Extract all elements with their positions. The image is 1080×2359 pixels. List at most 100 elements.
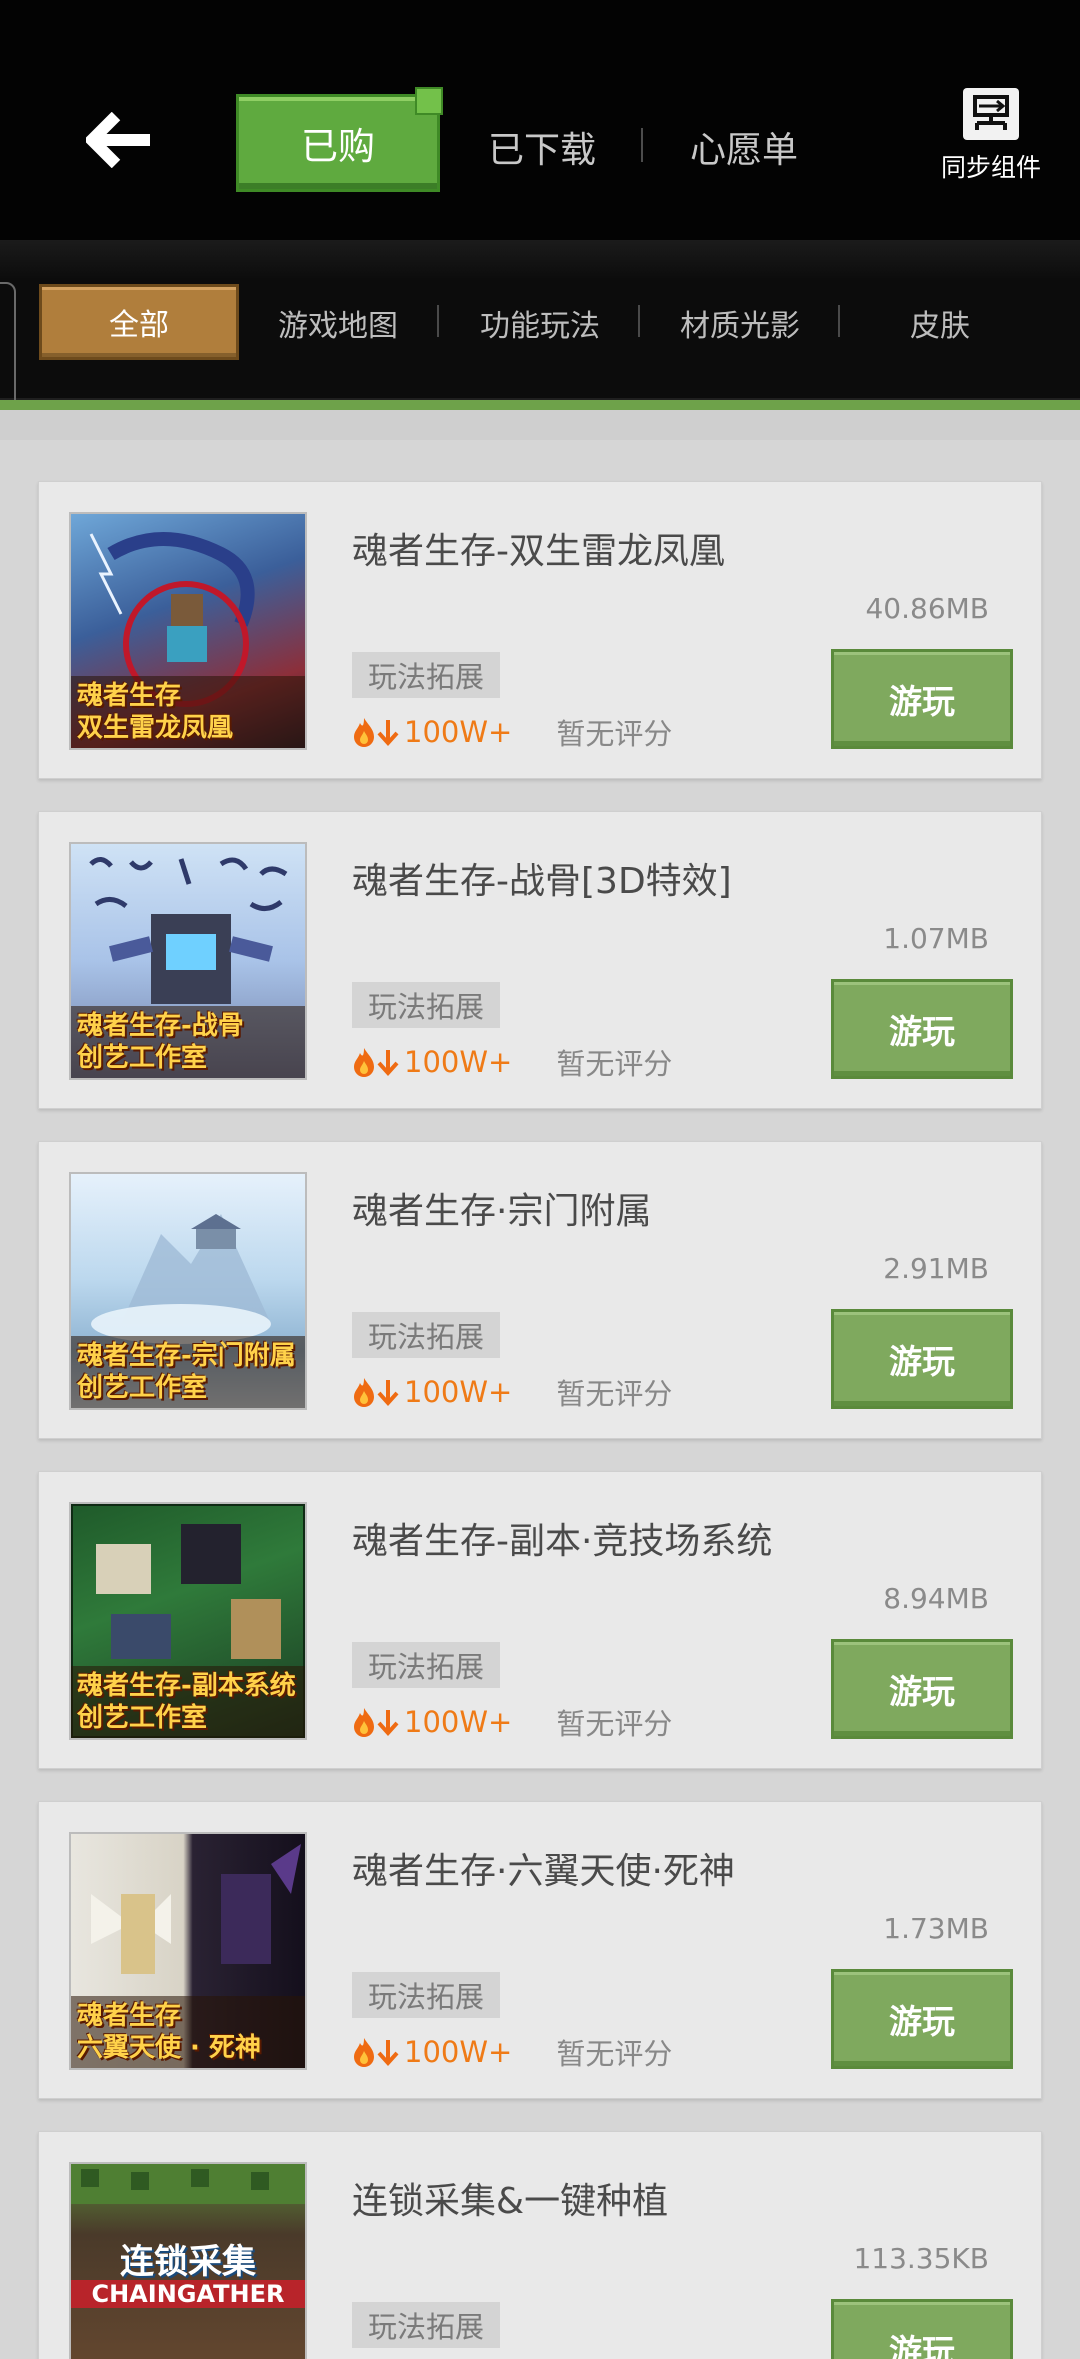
play-button[interactable]: 游玩	[831, 1969, 1013, 2069]
thumbnail-title-art: 连锁采集	[120, 2242, 256, 2282]
category-underline	[0, 400, 1080, 410]
item-title: 魂者生存·六翼天使·死神	[352, 1851, 735, 1892]
play-button[interactable]: 游玩	[831, 2299, 1013, 2359]
item-title: 魂者生存-双生雷龙凤凰	[352, 531, 725, 572]
item-stats: 100W+ 暂无评分	[352, 2032, 672, 2072]
item-rating: 暂无评分	[556, 1047, 673, 1081]
item-tag: 玩法拓展	[352, 1972, 501, 2018]
item-tag: 玩法拓展	[352, 2302, 501, 2348]
caption-line: 魂者生存-副本系统	[77, 1671, 296, 1701]
item-thumbnail: 魂者生存-副本系统 创艺工作室	[69, 1502, 307, 1740]
category-skins[interactable]: 皮肤	[910, 290, 970, 356]
item-rating: 暂无评分	[556, 717, 673, 751]
top-header: 已购 已下载 心愿单 同步组件	[0, 0, 1080, 240]
caption-line: 魂者生存	[77, 681, 182, 711]
item-tag: 玩法拓展	[352, 982, 501, 1028]
list-item[interactable]: 魂者生存-宗门附属 创艺工作室 魂者生存·宗门附属 2.91MB 玩法拓展 10…	[38, 1141, 1042, 1439]
category-textures[interactable]: 材质光影	[680, 290, 800, 356]
play-button[interactable]: 游玩	[831, 979, 1013, 1079]
caption-line: 魂者生存-战骨	[77, 1011, 244, 1041]
download-count: 100W+	[404, 1375, 513, 1409]
download-arrow-icon	[377, 1050, 399, 1076]
category-game-map[interactable]: 游戏地图	[278, 290, 398, 356]
fire-icon	[354, 2038, 374, 2067]
item-size: 113.35KB	[853, 2242, 989, 2275]
tab-downloaded[interactable]: 已下载	[488, 112, 596, 182]
category-divider	[638, 305, 640, 337]
list-item[interactable]: 魂者生存-战骨 创艺工作室 魂者生存-战骨[3D特效] 1.07MB 玩法拓展 …	[38, 811, 1042, 1109]
thumbnail-caption: 魂者生存-副本系统 创艺工作室	[71, 1666, 305, 1738]
download-arrow-icon	[377, 1380, 399, 1406]
caption-line: 魂者生存-宗门附属	[77, 1341, 296, 1371]
fire-icon	[354, 1378, 374, 1407]
fire-icon	[354, 1048, 374, 1077]
category-all-label: 全部	[109, 308, 169, 343]
item-stats: 100W+ 暂无评分	[352, 1702, 672, 1742]
thumbnail-caption: 魂者生存 双生雷龙凤凰	[71, 676, 305, 748]
item-tag: 玩法拓展	[352, 1642, 501, 1688]
item-tag: 玩法拓展	[352, 1312, 501, 1358]
sync-label: 同步组件	[940, 153, 1041, 182]
thumbnail-caption: 魂者生存-宗门附属 创艺工作室	[71, 1336, 305, 1408]
item-thumbnail: 魂者生存-战骨 创艺工作室	[69, 842, 307, 1080]
category-all[interactable]: 全部	[39, 284, 239, 360]
item-rating: 暂无评分	[556, 2037, 673, 2071]
download-arrow-icon	[377, 720, 399, 746]
thumbnail-caption: 魂者生存 六翼天使 · 死神	[71, 1996, 305, 2068]
category-divider	[437, 305, 439, 337]
caption-line: 六翼天使 · 死神	[77, 2033, 261, 2063]
play-button[interactable]: 游玩	[831, 1309, 1013, 1409]
list-item[interactable]: 魂者生存 双生雷龙凤凰 魂者生存-双生雷龙凤凰 40.86MB 玩法拓展 100…	[38, 481, 1042, 779]
category-game-map-label: 游戏地图	[278, 309, 398, 344]
item-stats: 100W+ 暂无评分	[352, 1372, 672, 1412]
fire-icon	[354, 1708, 374, 1737]
tab-purchased-label: 已购	[301, 125, 375, 168]
item-thumbnail: 连锁采集 CHAINGATHER	[69, 2162, 307, 2359]
list-item[interactable]: 魂者生存 六翼天使 · 死神 魂者生存·六翼天使·死神 1.73MB 玩法拓展 …	[38, 1801, 1042, 2099]
download-count: 100W+	[404, 715, 513, 749]
item-tag: 玩法拓展	[352, 652, 501, 698]
play-button[interactable]: 游玩	[831, 1639, 1013, 1739]
category-gameplay[interactable]: 功能玩法	[480, 290, 600, 356]
item-size: 2.91MB	[883, 1252, 989, 1285]
item-title: 魂者生存-战骨[3D特效]	[352, 861, 732, 902]
tab-downloaded-label: 已下载	[488, 130, 597, 171]
item-size: 8.94MB	[883, 1582, 989, 1615]
tab-purchased[interactable]: 已购	[236, 87, 443, 192]
category-skins-label: 皮肤	[910, 309, 970, 344]
thumbnail-caption: 魂者生存-战骨 创艺工作室	[71, 1006, 305, 1078]
item-size: 40.86MB	[865, 592, 989, 625]
item-title: 魂者生存-副本·竞技场系统	[352, 1521, 773, 1562]
item-size: 1.07MB	[883, 922, 989, 955]
thumbnail-subtitle-art: CHAINGATHER	[71, 2280, 305, 2308]
list-top-spacer	[0, 410, 1080, 440]
fire-icon	[354, 718, 374, 747]
arrow-left-icon	[86, 112, 150, 168]
download-arrow-icon	[377, 2040, 399, 2066]
category-gameplay-label: 功能玩法	[480, 309, 600, 344]
item-rating: 暂无评分	[556, 1707, 673, 1741]
item-thumbnail: 魂者生存 双生雷龙凤凰	[69, 512, 307, 750]
item-thumbnail: 魂者生存 六翼天使 · 死神	[69, 1832, 307, 2070]
download-count: 100W+	[404, 1705, 513, 1739]
back-button[interactable]	[80, 100, 160, 180]
list-item[interactable]: 魂者生存-副本系统 创艺工作室 魂者生存-副本·竞技场系统 8.94MB 玩法拓…	[38, 1471, 1042, 1769]
play-button[interactable]: 游玩	[831, 649, 1013, 749]
item-stats: 100W+ 暂无评分	[352, 712, 672, 752]
download-count: 100W+	[404, 2035, 513, 2069]
caption-line: 创艺工作室	[77, 1043, 208, 1073]
item-rating: 暂无评分	[556, 1377, 673, 1411]
item-title: 魂者生存·宗门附属	[352, 1191, 652, 1232]
sync-components-button[interactable]: 同步组件	[936, 88, 1046, 188]
caption-line: 创艺工作室	[77, 1703, 208, 1733]
tab-wishlist-label: 心愿单	[690, 130, 799, 171]
item-stats: 100W+ 暂无评分	[352, 1042, 672, 1082]
sync-icon	[963, 88, 1019, 140]
tab-wishlist[interactable]: 心愿单	[690, 112, 798, 182]
list-item[interactable]: 连锁采集 CHAINGATHER 连锁采集&一键种植 113.35KB 玩法拓展…	[38, 2131, 1042, 2359]
item-title: 连锁采集&一键种植	[352, 2181, 669, 2222]
download-count: 100W+	[404, 1045, 513, 1079]
category-divider	[838, 305, 840, 337]
purchased-list[interactable]: 魂者生存 双生雷龙凤凰 魂者生存-双生雷龙凤凰 40.86MB 玩法拓展 100…	[0, 440, 1080, 2359]
caption-line: 创艺工作室	[77, 1373, 208, 1403]
